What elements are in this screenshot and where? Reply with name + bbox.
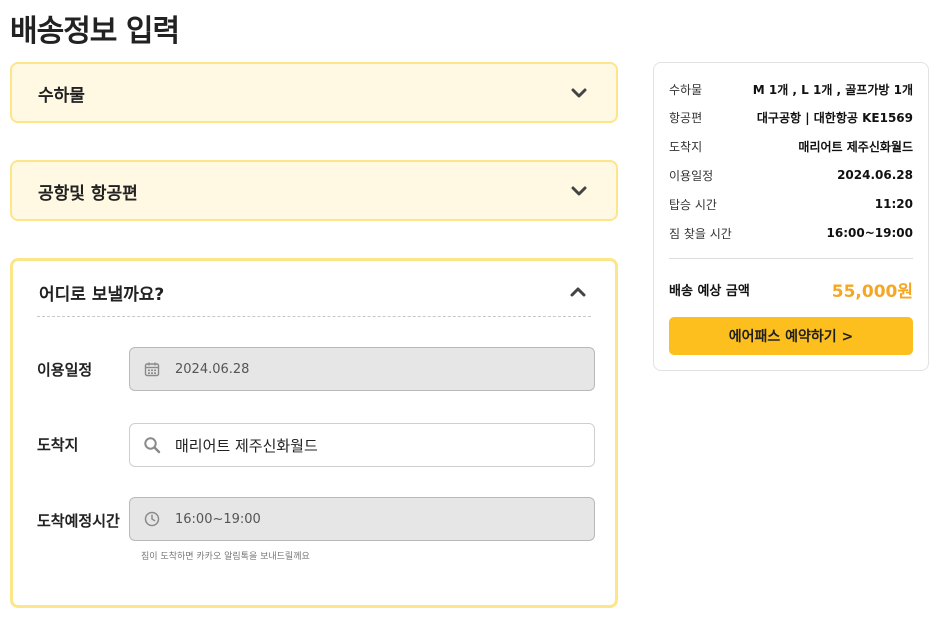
arrival-time-label: 도착예정시간 — [37, 512, 120, 530]
section-destination-header[interactable]: 어디로 보낼까요? — [13, 263, 615, 321]
section-luggage: 수하물 — [10, 62, 618, 123]
summary-label: 짐 찾을 시간 — [669, 226, 732, 241]
section-airport-flight-header[interactable]: 공항및 항공편 — [12, 162, 616, 220]
search-icon — [142, 435, 162, 455]
section-luggage-header[interactable]: 수하물 — [12, 64, 616, 122]
arrival-time-value: 16:00~19:00 — [175, 511, 261, 527]
section-airport-flight: 공항및 항공편 — [10, 160, 618, 221]
summary-value: 11:20 — [874, 197, 913, 211]
dashed-divider — [37, 316, 591, 317]
summary-row-arrival: 도착지 매리어트 제주신화월드 — [669, 136, 913, 156]
summary-row-luggage: 수하물 M 1개 , L 1개 , 골프가방 1개 — [669, 79, 913, 99]
summary-value: 매리어트 제주신화월드 — [798, 139, 913, 154]
summary-label: 항공편 — [669, 110, 703, 125]
summary-total-row: 배송 예상 금액 55,000원 — [669, 278, 913, 302]
summary-label: 도착지 — [669, 139, 703, 154]
date-field[interactable]: 2024.06.28 — [129, 347, 595, 391]
clock-icon — [142, 509, 162, 529]
helper-text: 짐이 도착하면 카카오 알림톡을 보내드릴께요 — [141, 552, 310, 562]
section-luggage-title: 수하물 — [38, 85, 85, 106]
section-destination: 어디로 보낼까요? 이용일정 2024.06.28 도착지 매리어트 제주신화월… — [10, 258, 618, 608]
arrival-time-field[interactable]: 16:00~19:00 — [129, 497, 595, 541]
arrival-value: 매리어트 제주신화월드 — [175, 436, 318, 455]
summary-label: 이용일정 — [669, 168, 714, 183]
summary-label: 수하물 — [669, 82, 703, 97]
section-destination-title: 어디로 보낼까요? — [39, 284, 165, 305]
summary-label: 탑승 시간 — [669, 197, 717, 212]
section-airport-flight-title: 공항및 항공편 — [38, 183, 138, 204]
summary-row-flight: 항공편 대구공항 | 대한항공 KE1569 — [669, 107, 913, 127]
booking-summary-panel: 수하물 M 1개 , L 1개 , 골프가방 1개 항공편 대구공항 | 대한항… — [653, 62, 929, 371]
date-value: 2024.06.28 — [175, 361, 250, 377]
arrival-label: 도착지 — [37, 436, 79, 454]
summary-divider — [669, 258, 913, 259]
summary-row-date: 이용일정 2024.06.28 — [669, 165, 913, 185]
summary-value: 16:00~19:00 — [826, 226, 913, 240]
chevron-down-icon[interactable] — [568, 82, 590, 104]
date-label: 이용일정 — [37, 361, 93, 379]
total-price-label: 배송 예상 금액 — [669, 283, 750, 299]
summary-value: 대구공항 | 대한항공 KE1569 — [756, 110, 913, 125]
total-price-value: 55,000원 — [831, 281, 913, 302]
page-title: 배송정보 입력 — [10, 14, 180, 49]
book-airpass-button[interactable]: 에어패스 예약하기 > — [669, 317, 913, 355]
chevron-up-icon[interactable] — [567, 281, 589, 303]
summary-value: M 1개 , L 1개 , 골프가방 1개 — [752, 82, 913, 97]
summary-row-pickup-time: 짐 찾을 시간 16:00~19:00 — [669, 223, 913, 243]
summary-value: 2024.06.28 — [837, 168, 913, 182]
calendar-icon — [142, 359, 162, 379]
chevron-down-icon[interactable] — [568, 180, 590, 202]
arrival-search-field[interactable]: 매리어트 제주신화월드 — [129, 423, 595, 467]
summary-row-boarding-time: 탑승 시간 11:20 — [669, 194, 913, 214]
